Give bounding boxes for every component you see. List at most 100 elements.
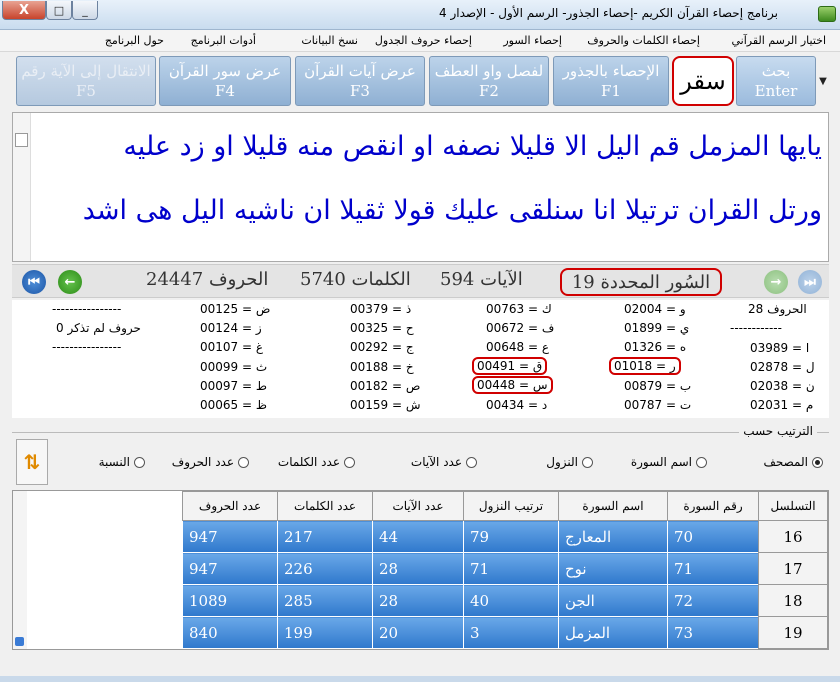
- menu-item-copy-data[interactable]: نسخ البيانات: [301, 34, 358, 47]
- letters-header: الحروف 28: [748, 302, 807, 316]
- sort-option-ratio[interactable]: النسبة: [99, 455, 145, 469]
- radio-icon[interactable]: [582, 456, 593, 468]
- letter-count: 02004 = و: [624, 302, 686, 316]
- radio-icon[interactable]: [344, 456, 355, 468]
- search-input[interactable]: سقر: [672, 56, 734, 106]
- letter-count: 00182 = ص: [350, 379, 421, 393]
- sort-option-label: النزول: [546, 455, 578, 469]
- radio-icon[interactable]: [466, 456, 477, 468]
- root-stats-button[interactable]: الإحصاء بالجذور F1: [553, 56, 669, 106]
- goto-ayah-button[interactable]: الانتقال إلى الآية رقم F5: [16, 56, 156, 106]
- separator: ----------------: [52, 302, 122, 316]
- arrow-right-icon[interactable]: →: [764, 270, 788, 294]
- root-stats-label: الإحصاء بالجذور: [562, 62, 660, 80]
- verse-scroll-thumb[interactable]: [15, 133, 28, 147]
- separate-waw-button[interactable]: لفصل واو العطف F2: [429, 56, 549, 106]
- letter-count: 00065 = ظ: [200, 398, 267, 412]
- column-header[interactable]: التسلسل: [758, 491, 828, 521]
- column-header[interactable]: عدد الحروف: [182, 491, 278, 521]
- first-page-icon[interactable]: ⏮: [22, 270, 46, 294]
- search-button[interactable]: بحث Enter: [736, 56, 816, 106]
- maximize-button[interactable]: □: [46, 1, 72, 20]
- sort-group-title: الترتيب حسب: [739, 424, 817, 438]
- row-seq: 18: [758, 584, 828, 617]
- menu-item-words-letters[interactable]: إحصاء الكلمات والحروف: [587, 34, 700, 47]
- surah-number: 72: [667, 584, 759, 617]
- show-surahs-button[interactable]: عرض سور القرآن F4: [159, 56, 291, 106]
- menu-item-surah-stats[interactable]: إحصاء السور: [503, 34, 562, 47]
- sort-option-surah-name[interactable]: اسم السورة: [631, 455, 707, 469]
- table-scrollbar[interactable]: [13, 491, 27, 649]
- surah-number: 73: [667, 616, 759, 649]
- letter-count: 00107 = غ: [200, 340, 264, 354]
- sort-option-mushaf[interactable]: المصحف: [763, 455, 823, 469]
- table-scroll-thumb[interactable]: [15, 637, 24, 646]
- word-count: 199: [277, 616, 373, 649]
- letter-count: 00672 = ف: [486, 321, 555, 335]
- word-count: 285: [277, 584, 373, 617]
- sort-option-revelation[interactable]: النزول: [546, 455, 593, 469]
- last-page-icon[interactable]: ⏭: [798, 270, 822, 294]
- letter-count: 02878 = ل: [750, 360, 815, 374]
- verse-line: ورتل القران ترتيلا انا سنلقى عليك قولا ث…: [82, 195, 822, 226]
- menu-item-about[interactable]: حول البرنامج: [105, 34, 164, 47]
- surah-number: 70: [667, 520, 759, 553]
- letter-counts-panel: الحروف 28 ------------ 03989 = ا 02878 =…: [12, 300, 829, 418]
- show-ayat-button[interactable]: عرض آيات القرآن F3: [295, 56, 425, 106]
- words-total: الكلمات 5740: [300, 269, 411, 290]
- surah-name: الجن: [558, 584, 668, 617]
- root-stats-key: F1: [601, 82, 621, 100]
- menu-item-quran-script[interactable]: اختيار الرسم القرآني: [732, 34, 827, 47]
- radio-icon[interactable]: [134, 456, 145, 468]
- letter-count: 00125 = ض: [200, 302, 271, 316]
- menu-item-table-letters[interactable]: إحصاء حروف الجدول: [375, 34, 472, 47]
- sort-option-words[interactable]: عدد الكلمات: [278, 455, 355, 469]
- close-button[interactable]: X: [2, 1, 46, 20]
- column-header[interactable]: اسم السورة: [558, 491, 668, 521]
- sort-option-ayat[interactable]: عدد الآيات: [411, 455, 477, 469]
- verse-scrollbar[interactable]: [13, 113, 31, 261]
- column-header[interactable]: رقم السورة: [667, 491, 759, 521]
- table-row[interactable]: 16 70 المعارج 79 44 217 947: [182, 520, 828, 553]
- letter-count-highlighted: 00448 = س: [472, 376, 553, 394]
- letter-count: 00097 = ط: [200, 379, 267, 393]
- sort-option-letters[interactable]: عدد الحروف: [172, 455, 249, 469]
- show-surahs-label: عرض سور القرآن: [168, 62, 282, 80]
- table-row[interactable]: 18 72 الجن 40 28 285 1089: [182, 584, 828, 617]
- chevron-down-icon[interactable]: ▼: [816, 56, 830, 106]
- letter-count: 01899 = ي: [624, 321, 690, 335]
- letter-count: 01326 = ه: [624, 340, 687, 354]
- radio-icon[interactable]: [696, 456, 707, 468]
- revelation-order: 3: [463, 616, 559, 649]
- revelation-order: 40: [463, 584, 559, 617]
- letter-count: 00188 = خ: [350, 360, 414, 374]
- radio-icon[interactable]: [238, 456, 249, 468]
- letter-count: 00159 = ش: [350, 398, 421, 412]
- row-seq: 16: [758, 520, 828, 553]
- missing-letters-note: حروف لم تذكر 0: [56, 321, 141, 335]
- column-header[interactable]: ترتيب النزول: [463, 491, 559, 521]
- separator: ------------: [730, 321, 782, 335]
- letter-count: 02031 = م: [750, 398, 814, 412]
- column-header[interactable]: عدد الكلمات: [277, 491, 373, 521]
- sort-group: الترتيب حسب ⇅ المصحف اسم السورة النزول ع…: [12, 424, 829, 486]
- menu-item-tools[interactable]: أدوات البرنامج: [191, 34, 256, 47]
- search-label: بحث: [761, 62, 791, 80]
- sort-direction-icon[interactable]: ⇅: [16, 439, 48, 485]
- table-row[interactable]: 19 73 المزمل 3 20 199 840: [182, 616, 828, 649]
- goto-ayah-label: الانتقال إلى الآية رقم: [21, 62, 151, 80]
- letter-count: 00379 = ذ: [350, 302, 412, 316]
- menu-bar: اختيار الرسم القرآني إحصاء الكلمات والحر…: [0, 30, 840, 52]
- letter-count: 00648 = ع: [486, 340, 550, 354]
- selected-surahs-count: السُور المحددة 19: [560, 268, 722, 296]
- minimize-button[interactable]: _: [72, 1, 98, 20]
- column-header[interactable]: عدد الآيات: [372, 491, 464, 521]
- search-key: Enter: [754, 82, 798, 100]
- arrow-left-icon[interactable]: ←: [58, 270, 82, 294]
- table-row[interactable]: 17 71 نوح 71 28 226 947: [182, 552, 828, 585]
- letter-count: 947: [182, 552, 278, 585]
- show-surahs-key: F4: [215, 82, 235, 100]
- show-ayat-key: F3: [350, 82, 370, 100]
- results-table: التسلسل رقم السورة اسم السورة ترتيب النز…: [12, 490, 829, 650]
- radio-icon[interactable]: [812, 456, 823, 468]
